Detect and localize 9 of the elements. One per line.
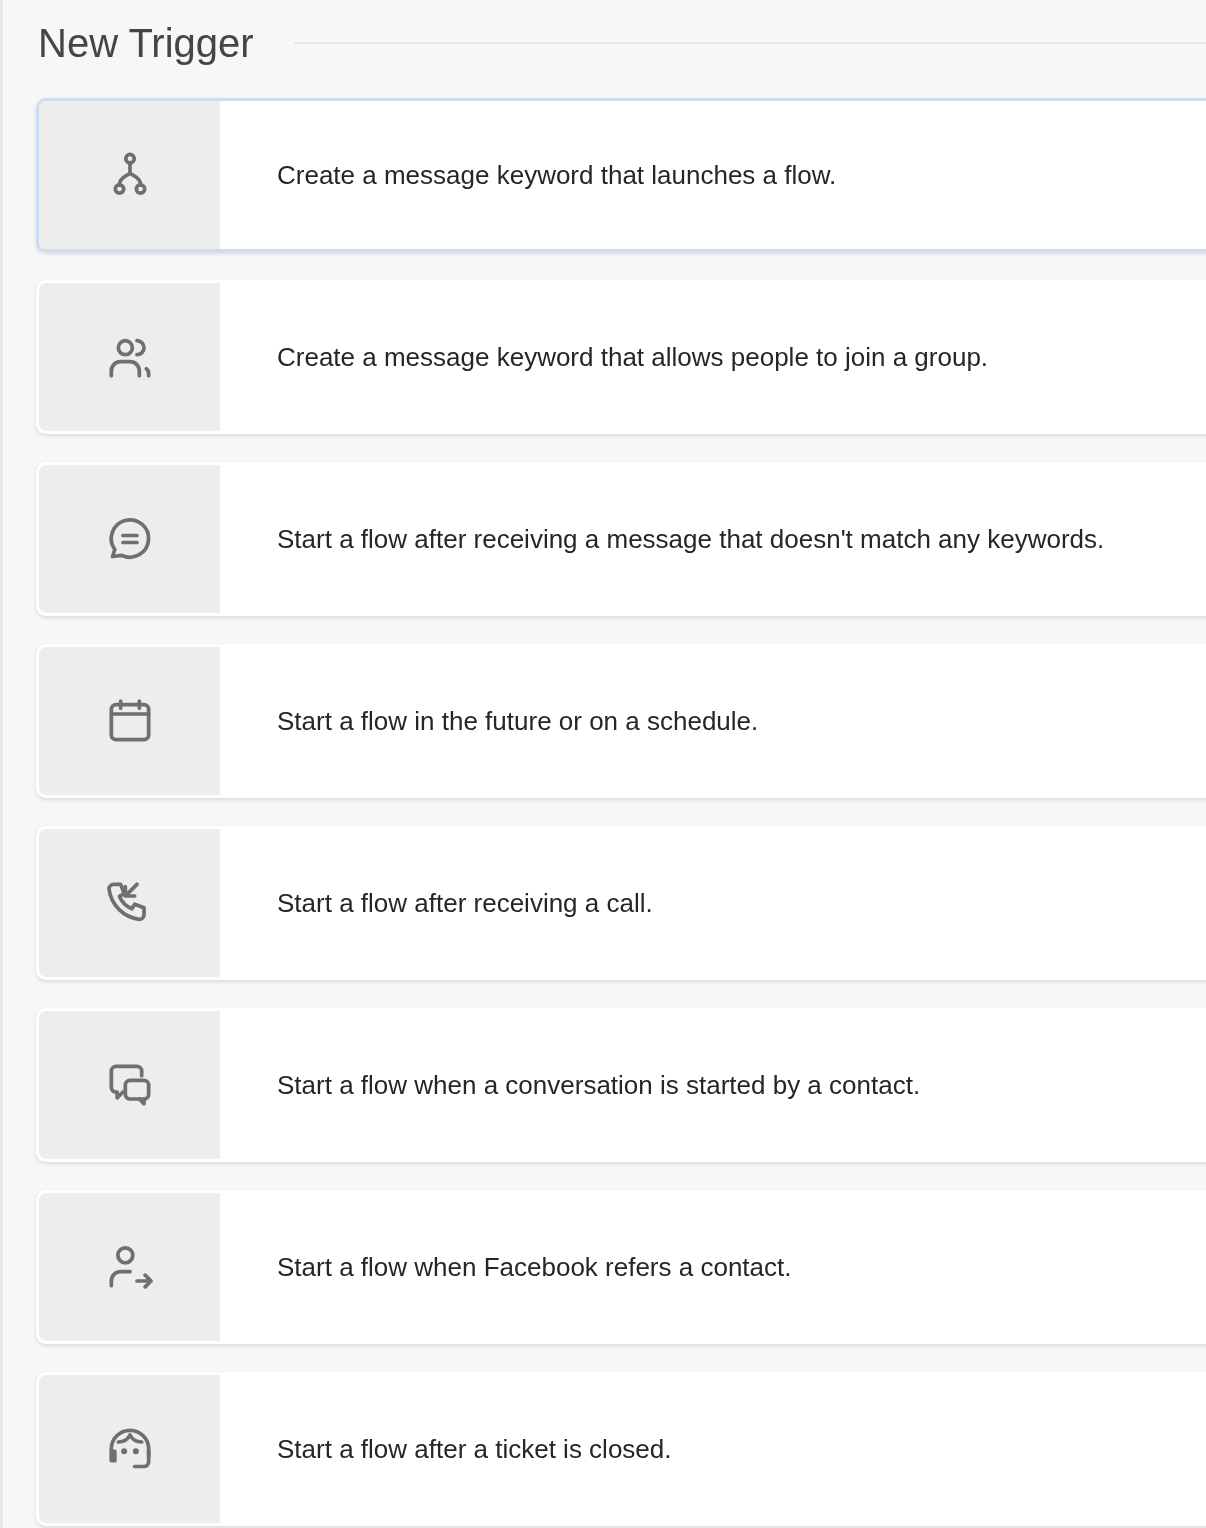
trigger-option[interactable]: Start a flow after receiving a message that doesn't match any keywords. <box>36 462 1206 616</box>
trigger-option[interactable]: Create a message keyword that allows people to join a group. <box>36 280 1206 434</box>
trigger-option[interactable]: Start a flow when a conversation is started by a contact. <box>36 1008 1206 1162</box>
trigger-option[interactable]: Start a flow when Facebook refers a contact. <box>36 1190 1206 1344</box>
trigger-option[interactable]: Start a flow after receiving a call. <box>36 826 1206 980</box>
trigger-option[interactable]: Start a flow after a ticket is closed. <box>36 1372 1206 1526</box>
page-title: New Trigger <box>38 20 254 66</box>
trigger-option[interactable]: Start a flow in the future or on a schedule. <box>36 644 1206 798</box>
trigger-option[interactable]: Create a message keyword that launches a flow. <box>36 98 1206 252</box>
